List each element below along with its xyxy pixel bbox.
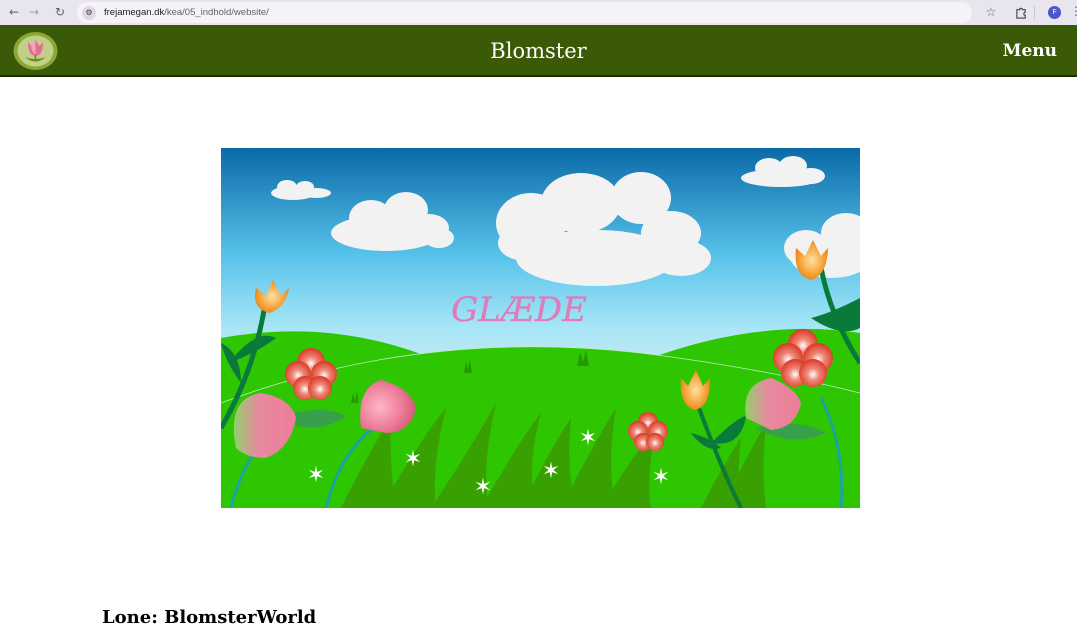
url-text: frejamegan.dk/kea/05_indhold/website/ — [104, 7, 269, 18]
site-settings-icon[interactable]: ⚙ — [82, 5, 96, 20]
tulip-logo-icon[interactable] — [13, 30, 58, 72]
profile-avatar[interactable]: F — [1048, 6, 1061, 19]
reload-icon[interactable]: ↻ — [52, 4, 68, 20]
menu-button[interactable]: Menu — [1003, 41, 1057, 61]
arrow-left-icon[interactable]: ← — [6, 4, 22, 20]
svg-text:✶: ✶ — [404, 447, 422, 472]
site-title: Blomster — [490, 39, 587, 63]
hero-illustration: GLÆDE ✶ ✶ ✶ ✶ ✶ ✶ — [221, 148, 860, 508]
toolbar-divider — [1034, 6, 1035, 19]
browser-toolbar: ← → ↻ ⚙ frejamegan.dk/kea/05_indhold/web… — [0, 0, 1077, 25]
svg-text:✶: ✶ — [307, 463, 325, 488]
arrow-right-icon[interactable]: → — [26, 4, 42, 20]
svg-text:✶: ✶ — [652, 465, 670, 490]
url-path: /kea/05_indhold/website/ — [164, 7, 269, 18]
url-host: frejamegan.dk — [104, 7, 165, 18]
star-icon[interactable]: ☆ — [983, 4, 999, 20]
address-bar[interactable]: ⚙ frejamegan.dk/kea/05_indhold/website/ — [77, 2, 972, 23]
svg-text:✶: ✶ — [474, 475, 492, 500]
puzzle-icon[interactable] — [1013, 4, 1029, 20]
hero-text: GLÆDE — [451, 290, 587, 330]
site-header: Blomster Menu — [0, 25, 1077, 77]
svg-text:✶: ✶ — [579, 426, 597, 451]
content-heading: Lone: BlomsterWorld — [102, 607, 317, 628]
svg-text:✶: ✶ — [542, 459, 560, 484]
kebab-menu-icon[interactable]: ⋮ — [1070, 4, 1077, 18]
